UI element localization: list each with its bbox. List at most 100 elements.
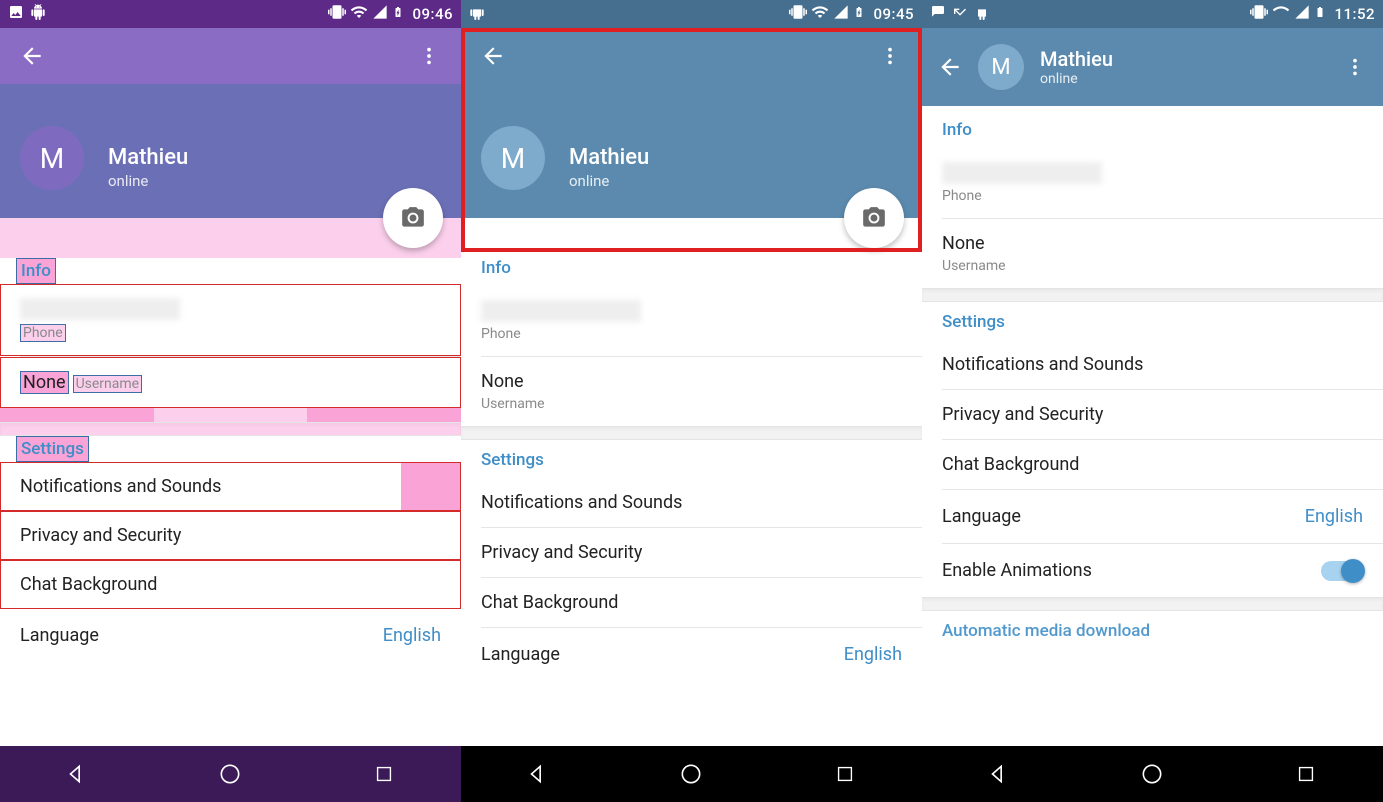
auto-download-section-header: Automatic media download: [922, 611, 1383, 641]
phone-value-redacted: [20, 298, 180, 320]
signal-icon: [833, 4, 849, 24]
username-row[interactable]: None Username: [922, 219, 1383, 288]
settings-item-privacy[interactable]: Privacy and Security: [0, 511, 461, 560]
image-icon: [8, 4, 24, 24]
vibrate-icon: [328, 3, 346, 25]
phone-value-redacted: [481, 300, 641, 322]
status-bar: 09:45: [461, 0, 922, 28]
status-time: 09:46: [412, 5, 453, 23]
profile-status: online: [108, 172, 188, 190]
settings-item-animations[interactable]: Enable Animations: [922, 544, 1383, 597]
profile-name: Mathieu: [108, 145, 188, 170]
nav-recents-button[interactable]: [344, 754, 424, 794]
android-nav-bar: [0, 746, 461, 802]
settings-section-header: Settings: [461, 450, 922, 478]
language-value: English: [1305, 506, 1363, 527]
username-row[interactable]: None Username: [0, 357, 461, 408]
username-row[interactable]: None Username: [461, 357, 922, 426]
language-value: English: [383, 625, 441, 646]
profile-name: Mathieu: [1040, 47, 1113, 71]
signal-icon: [1294, 4, 1310, 24]
settings-section-header: Settings: [16, 436, 89, 462]
phone-label: Phone: [942, 188, 1363, 204]
phone-value-redacted: [942, 162, 1102, 184]
back-button[interactable]: [930, 47, 970, 87]
vibrate-icon: [789, 3, 807, 25]
back-button[interactable]: [12, 36, 52, 76]
username-value: None: [20, 371, 69, 394]
notification-icon: [930, 4, 946, 24]
avatar[interactable]: M: [978, 44, 1024, 90]
battery-charging-icon: [1314, 3, 1326, 25]
android-nav-bar: [461, 746, 922, 802]
settings-item-privacy[interactable]: Privacy and Security: [922, 390, 1383, 439]
nav-back-button[interactable]: [37, 754, 117, 794]
settings-item-chat-bg[interactable]: Chat Background: [461, 578, 922, 627]
status-bar: 09:46: [0, 0, 461, 28]
info-section-header: Info: [922, 120, 1383, 148]
phone-row[interactable]: Phone: [922, 148, 1383, 218]
status-bar: 11:52: [922, 0, 1383, 28]
phone-label: Phone: [481, 326, 902, 342]
nav-back-button[interactable]: [959, 754, 1039, 794]
settings-item-language[interactable]: Language English: [922, 490, 1383, 543]
phone-label: Phone: [20, 324, 66, 342]
android-nav-bar: [922, 746, 1383, 802]
settings-section-header: Settings: [922, 312, 1383, 340]
nav-back-button[interactable]: [498, 754, 578, 794]
profile-header: M Mathieu online: [461, 28, 922, 218]
phone-row[interactable]: Phone: [0, 284, 461, 356]
info-section-header: Info: [16, 258, 56, 284]
android-icon: [469, 4, 485, 24]
settings-item-language[interactable]: Language English: [0, 609, 461, 662]
status-time: 09:45: [873, 5, 914, 23]
nav-home-button[interactable]: [1112, 754, 1192, 794]
nav-home-button[interactable]: [651, 754, 731, 794]
wifi-icon: [811, 3, 829, 25]
android-icon: [30, 4, 46, 24]
nav-recents-button[interactable]: [1266, 754, 1346, 794]
username-label: Username: [942, 258, 1363, 274]
camera-fab[interactable]: [844, 188, 904, 248]
back-button[interactable]: [473, 36, 513, 76]
missed-call-icon: [952, 4, 968, 24]
profile-status: online: [1040, 71, 1113, 87]
signal-icon: [372, 4, 388, 24]
wifi-icon: [1272, 3, 1290, 25]
nav-recents-button[interactable]: [805, 754, 885, 794]
username-label: Username: [481, 396, 902, 412]
profile-header: M Mathieu online: [0, 28, 461, 218]
battery-charging-icon: [392, 3, 404, 25]
animations-toggle[interactable]: [1321, 561, 1363, 581]
profile-header-compact: M Mathieu online: [922, 28, 1383, 106]
settings-item-chat-bg[interactable]: Chat Background: [0, 560, 461, 609]
profile-status: online: [569, 172, 649, 190]
avatar[interactable]: M: [20, 126, 84, 190]
info-section-header: Info: [461, 258, 922, 286]
username-label: Username: [73, 375, 143, 393]
settings-item-notifications[interactable]: Notifications and Sounds: [461, 478, 922, 527]
camera-fab[interactable]: [383, 188, 443, 248]
language-value: English: [844, 644, 902, 665]
overflow-menu-button[interactable]: [870, 36, 910, 76]
username-value: None: [942, 233, 1363, 254]
overflow-menu-button[interactable]: [1335, 47, 1375, 87]
battery-charging-icon: [853, 3, 865, 25]
settings-item-language[interactable]: Language English: [461, 628, 922, 681]
profile-name: Mathieu: [569, 145, 649, 170]
settings-item-privacy[interactable]: Privacy and Security: [461, 528, 922, 577]
nav-home-button[interactable]: [190, 754, 270, 794]
settings-item-notifications[interactable]: Notifications and Sounds: [0, 462, 461, 511]
phone-debug: 09:46 M Mathieu online Info Phone: [0, 0, 461, 802]
username-value: None: [481, 371, 902, 392]
phone-scrolled: 11:52 M Mathieu online Info Phone None U…: [922, 0, 1383, 802]
phone-row[interactable]: Phone: [461, 286, 922, 356]
phone-highlighted: 09:45 M Mathieu online Info Phone: [461, 0, 922, 802]
avatar[interactable]: M: [481, 126, 545, 190]
wifi-icon: [350, 3, 368, 25]
overflow-menu-button[interactable]: [409, 36, 449, 76]
status-time: 11:52: [1334, 5, 1375, 23]
settings-item-notifications[interactable]: Notifications and Sounds: [922, 340, 1383, 389]
settings-item-chat-bg[interactable]: Chat Background: [922, 440, 1383, 489]
android-icon: [974, 4, 990, 24]
